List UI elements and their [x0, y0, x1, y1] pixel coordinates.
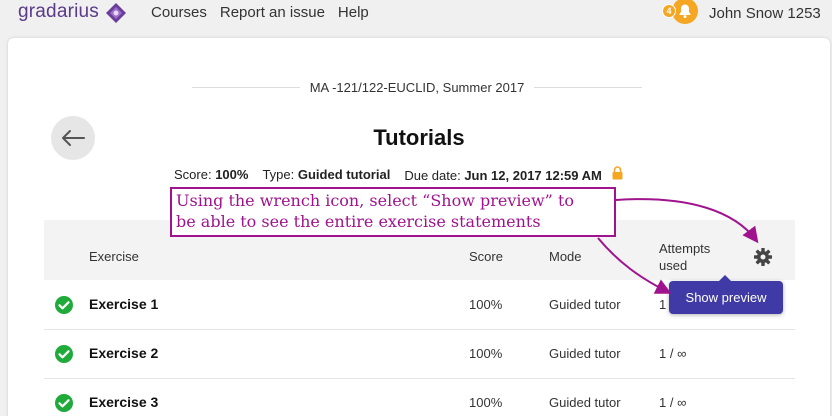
check-circle-icon: [55, 345, 73, 363]
logo[interactable]: gradarius: [18, 0, 127, 24]
score-label: Score:: [174, 167, 212, 182]
course-label: MA -121/122-EUCLID, Summer 2017: [309, 79, 525, 95]
exercise-score: 100%: [469, 297, 503, 312]
nav-report-issue[interactable]: Report an issue: [220, 4, 325, 21]
table-row[interactable]: Exercise 3 100% Guided tutor 1 / ∞: [44, 379, 795, 416]
col-mode: Mode: [549, 249, 582, 264]
col-attempts-line1: Attempts: [659, 241, 711, 256]
exercise-name[interactable]: Exercise 3: [89, 394, 158, 410]
col-score: Score: [469, 249, 503, 264]
check-circle-icon: [55, 394, 73, 412]
exercise-mode: Guided tutor: [549, 346, 621, 361]
lock-icon: [612, 166, 622, 180]
nav-help[interactable]: Help: [338, 4, 369, 21]
instruction-annotation: Using the wrench icon, select “Show prev…: [170, 187, 616, 237]
logo-icon: [106, 3, 127, 23]
exercise-attempts: 1: [659, 297, 667, 312]
main-nav: Courses Report an issue Help: [151, 4, 369, 21]
course-name: MA -121/122-EUCLID, Summer 2017: [192, 77, 642, 97]
col-exercise: Exercise: [89, 249, 139, 264]
type-value: Guided tutorial: [297, 167, 391, 182]
nav-courses[interactable]: Courses: [151, 4, 207, 21]
logo-text: gradarius: [18, 1, 100, 22]
gear-icon[interactable]: [753, 247, 773, 267]
table-row[interactable]: Exercise 2 100% Guided tutor 1 / ∞: [44, 330, 795, 379]
annotation-line1: Using the wrench icon, select “Show prev…: [176, 191, 574, 210]
assignment-meta: Score: 100% Type: Guided tutorial Due da…: [174, 166, 623, 183]
score-value: 100%: [215, 167, 249, 182]
top-nav: gradarius Courses Report an issue Help 4…: [0, 0, 832, 36]
check-circle-icon: [55, 296, 73, 314]
page-title: Tutorials: [373, 125, 465, 150]
due-label: Due date:: [404, 168, 461, 183]
type-label: Type:: [262, 167, 295, 182]
exercise-mode: Guided tutor: [549, 395, 621, 410]
show-preview-option[interactable]: Show preview: [669, 275, 783, 314]
exercise-attempts: 1 / ∞: [659, 346, 687, 361]
exercise-score: 100%: [469, 346, 503, 361]
due-value: Jun 12, 2017 12:59 AM: [464, 168, 602, 183]
exercise-attempts: 1 / ∞: [659, 395, 687, 410]
annotation-line2: be able to see the entire exercise state…: [176, 212, 541, 231]
notifications-button[interactable]: 4: [662, 0, 698, 26]
exercise-name[interactable]: Exercise 2: [89, 345, 158, 361]
col-attempts: Attempts used: [659, 240, 710, 274]
notification-count-badge: 4: [662, 4, 676, 18]
col-attempts-line2: used: [659, 258, 688, 273]
exercise-name[interactable]: Exercise 1: [89, 296, 158, 312]
user-menu[interactable]: John Snow 1253: [709, 5, 821, 22]
exercise-mode: Guided tutor: [549, 297, 621, 312]
exercise-score: 100%: [469, 395, 503, 410]
